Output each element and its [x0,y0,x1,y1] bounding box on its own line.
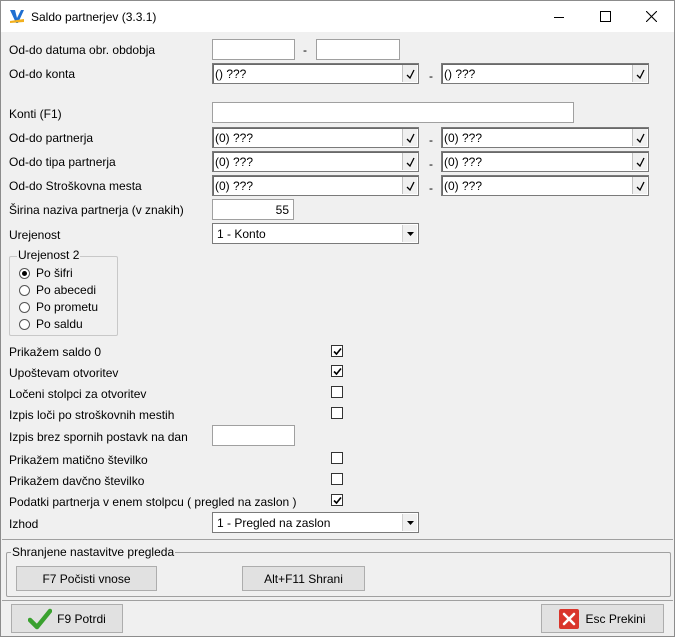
check-label: Izpis loči po stroškovnih mestih [9,408,175,422]
lookup-check-icon[interactable] [402,177,417,194]
output-label: Izhod [9,517,39,531]
partner-range-label: Od-do partnerja [9,131,94,145]
cancel-x-icon [559,608,580,629]
show-zero-balance-checkbox[interactable] [331,345,343,357]
cost-center-range-dash: - [429,181,433,195]
partner-to-field[interactable]: (0) ??? [441,127,649,148]
radio-selected-icon[interactable] [19,267,30,279]
minimize-button[interactable] [536,1,582,32]
dialog-window: Saldo partnerjev (3.3.1) Od-do datuma ob… [0,0,675,637]
show-tax-number-checkbox[interactable] [331,473,343,485]
partner-type-from-field[interactable]: (0) ??? [212,151,419,172]
lookup-check-icon[interactable] [632,177,647,194]
window-title: Saldo partnerjev (3.3.1) [31,10,157,24]
lookup-check-icon[interactable] [402,129,417,146]
accounts-label: Konti (F1) [9,107,62,121]
ordering-label: Urejenost [9,228,61,242]
checkmark-icon [332,347,342,355]
ordering2-option[interactable]: Po abecedi [19,282,96,298]
lookup-check-icon[interactable] [402,65,417,82]
partner-name-width-label: Širina naziva partnerja (v znakih) [9,203,184,217]
close-button[interactable] [628,1,674,32]
clear-inputs-button[interactable]: F7 Počisti vnose [16,566,157,591]
radio-icon[interactable] [19,318,30,330]
lookup-check-icon[interactable] [632,65,647,82]
maximize-button[interactable] [582,1,628,32]
partner-type-range-dash: - [429,157,433,171]
partner-type-range-label: Od-do tipa partnerja [9,155,116,169]
title-bar: Saldo partnerjev (3.3.1) [1,1,674,32]
close-icon [645,11,657,22]
account-range-dash: - [429,69,433,83]
separator [2,600,673,601]
check-label: Ločeni stolpci za otvoritev [9,387,147,401]
check-label: Upoštevam otvoritev [9,366,119,380]
cancel-button[interactable]: Esc Prekini [541,604,664,633]
partner-single-column-checkbox[interactable] [331,494,343,506]
partner-from-field[interactable]: (0) ??? [212,127,419,148]
ordering2-option[interactable]: Po šifri [19,265,73,281]
show-reg-number-checkbox[interactable] [331,452,343,464]
save-settings-button[interactable]: Alt+F11 Shrani [242,566,365,591]
ordering2-title: Urejenost 2 [17,248,81,262]
checkmark-icon [332,367,342,375]
separate-opening-columns-checkbox[interactable] [331,386,343,398]
chevron-down-icon[interactable] [402,514,417,531]
lookup-check-icon[interactable] [402,153,417,170]
ordering-select[interactable]: 1 - Konto [212,223,419,244]
check-label: Prikažem saldo 0 [9,345,102,359]
account-from-field[interactable]: () ??? [212,63,419,84]
partner-type-to-field[interactable]: (0) ??? [441,151,649,172]
check-label: Prikažem davčno številko [9,474,145,488]
chevron-down-icon[interactable] [402,225,417,242]
maximize-icon [599,11,611,22]
cost-center-to-field[interactable]: (0) ??? [441,175,649,196]
ordering2-option[interactable]: Po saldu [19,316,83,332]
cost-center-range-label: Od-do Stroškovna mesta [9,179,142,193]
ordering2-option[interactable]: Po prometu [19,299,98,315]
date-from-input[interactable] [212,39,295,60]
checkmark-icon [332,496,342,504]
checkmark-icon [28,608,53,629]
date-to-input[interactable] [316,39,400,60]
cost-center-from-field[interactable]: (0) ??? [212,175,419,196]
lookup-check-icon[interactable] [632,153,647,170]
saved-settings-title: Shranjene nastavitve pregleda [11,545,176,559]
accounts-input[interactable] [212,102,574,123]
consider-opening-checkbox[interactable] [331,365,343,377]
date-range-dash: - [303,43,307,57]
app-logo-icon [10,10,24,23]
account-to-field[interactable]: () ??? [441,63,649,84]
check-label: Podatki partnerja v enem stolpcu ( pregl… [9,495,297,509]
radio-icon[interactable] [19,301,30,313]
check-label: Izpis brez spornih postavk na dan [9,430,188,444]
split-by-cost-center-checkbox[interactable] [331,407,343,419]
radio-icon[interactable] [19,284,30,296]
minimize-icon [554,16,564,18]
partner-name-width-input[interactable]: 55 [212,199,294,220]
separator [2,539,673,540]
confirm-button[interactable]: F9 Potrdi [11,604,123,633]
check-label: Prikažem matično številko [9,453,148,467]
date-range-label: Od-do datuma obr. obdobja [9,43,156,57]
lookup-check-icon[interactable] [632,129,647,146]
account-range-label: Od-do konta [9,67,76,81]
partner-range-dash: - [429,133,433,147]
disputed-date-input[interactable] [212,425,295,446]
output-select[interactable]: 1 - Pregled na zaslon [212,512,419,533]
